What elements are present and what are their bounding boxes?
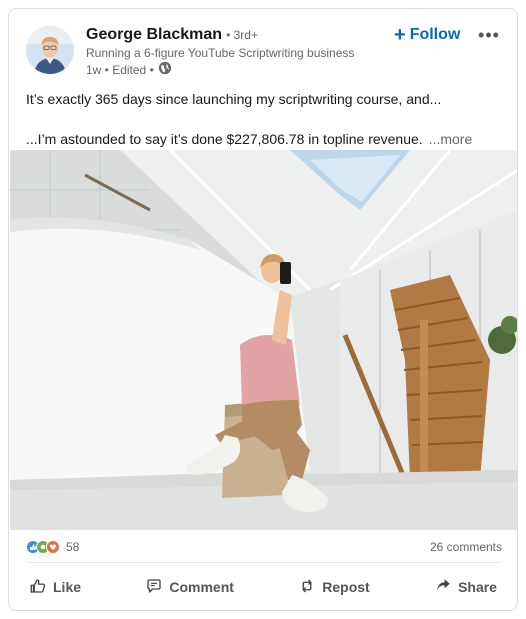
action-bar: Like Comment Repost Share [17,567,509,607]
post-timestamp: 1w • Edited • [86,62,154,77]
author-headline: Running a 6-figure YouTube Scriptwriting… [86,46,355,60]
author-name-row: George Blackman • 3rd+ [86,26,258,44]
comment-button[interactable]: Comment [133,567,246,607]
post-meta: 1w • Edited • [86,61,172,78]
share-button[interactable]: Share [422,567,509,607]
comment-label: Comment [169,579,234,595]
share-label: Share [458,579,497,595]
see-more-link[interactable]: ...more [429,131,473,147]
globe-icon [158,61,172,78]
reaction-icons [26,540,60,554]
reactions-summary[interactable]: 58 [26,540,79,554]
like-button[interactable]: Like [17,567,93,607]
post-text: It’s exactly 365 days since launching my… [26,89,502,149]
connection-degree: • 3rd+ [226,28,258,42]
post-line-2: ...I’m astounded to say it’s done $227,8… [26,129,502,149]
comment-icon [145,577,163,598]
share-arrow-icon [434,577,452,598]
post-line-2-text: ...I’m astounded to say it’s done $227,8… [26,131,423,147]
love-reaction-icon [46,540,60,554]
repost-icon [298,577,316,598]
follow-button[interactable]: + Follow [394,23,460,47]
post-image[interactable] [10,150,517,530]
follow-label: Follow [409,26,461,43]
reaction-count: 58 [66,540,80,554]
author-avatar[interactable] [26,26,74,74]
social-counts: 58 26 comments [26,536,502,558]
thumbs-up-icon [29,577,47,598]
repost-button[interactable]: Repost [286,567,381,607]
post-header: George Blackman • 3rd+ Running a 6-figur… [9,9,517,89]
author-name[interactable]: George Blackman [86,26,222,44]
repost-label: Repost [322,579,370,595]
post-line-1: It’s exactly 365 days since launching my… [26,91,442,107]
comments-count[interactable]: 26 comments [430,540,502,554]
divider [26,562,502,563]
more-options-icon[interactable]: ••• [477,23,501,47]
like-label: Like [53,579,82,595]
post-card: George Blackman • 3rd+ Running a 6-figur… [8,8,518,611]
plus-icon: + [394,24,406,46]
